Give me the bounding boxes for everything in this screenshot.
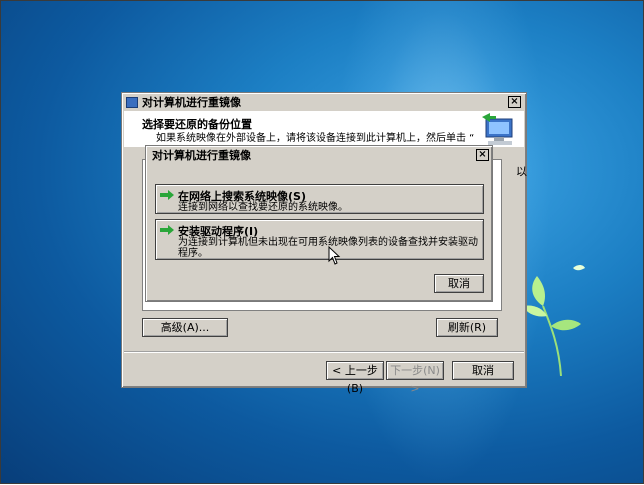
reimage-wizard-title: 对计算机进行重镜像	[142, 96, 241, 109]
advanced-button[interactable]: 高级(A)...	[142, 318, 228, 337]
task-search-network-desc: 连接到网络以查找要还原的系统映像。	[178, 202, 348, 213]
back-button[interactable]: < 上一步(B)	[326, 361, 384, 395]
task-install-driver[interactable]: 安装驱动程序(I) 为连接到计算机但未出现在可用系统映像列表的设备查找并安装驱动…	[155, 219, 484, 260]
green-arrow-icon	[160, 225, 174, 235]
plant-wallpaper-icon	[523, 265, 585, 376]
wizard-separator	[124, 351, 524, 353]
advanced-options-dialog: 对计算机进行重镜像 × 在网络上搜索系统映像(S) 连接到网络以查找要还原的系统…	[145, 145, 493, 302]
task-search-network[interactable]: 在网络上搜索系统映像(S) 连接到网络以查找要还原的系统映像。	[155, 184, 484, 214]
advanced-options-title: 对计算机进行重镜像	[152, 149, 251, 162]
wizard-side-text: 以	[516, 165, 527, 178]
wizard-description-text: 如果系统映像在外部设备上，请将该设备连接到此计算机上，然后单击 “	[156, 133, 475, 144]
next-button[interactable]: 下一步(N) >	[386, 361, 444, 395]
reimage-wizard-titlebar: 对计算机进行重镜像	[124, 95, 524, 111]
close-icon[interactable]: ×	[508, 96, 521, 108]
green-arrow-icon	[160, 190, 174, 200]
close-icon[interactable]: ×	[476, 149, 489, 161]
mouse-cursor-icon	[328, 246, 341, 265]
advanced-options-titlebar: 对计算机进行重镜像	[148, 148, 490, 164]
cancel-button[interactable]: 取消	[452, 361, 514, 380]
wizard-header: 选择要还原的备份位置 如果系统映像在外部设备上，请将该设备连接到此计算机上，然后…	[124, 111, 524, 159]
refresh-button[interactable]: 刷新(R)	[436, 318, 498, 337]
app-icon	[126, 97, 138, 108]
inner-cancel-button[interactable]: 取消	[434, 274, 484, 293]
windows-backup-computer-icon	[482, 113, 513, 145]
